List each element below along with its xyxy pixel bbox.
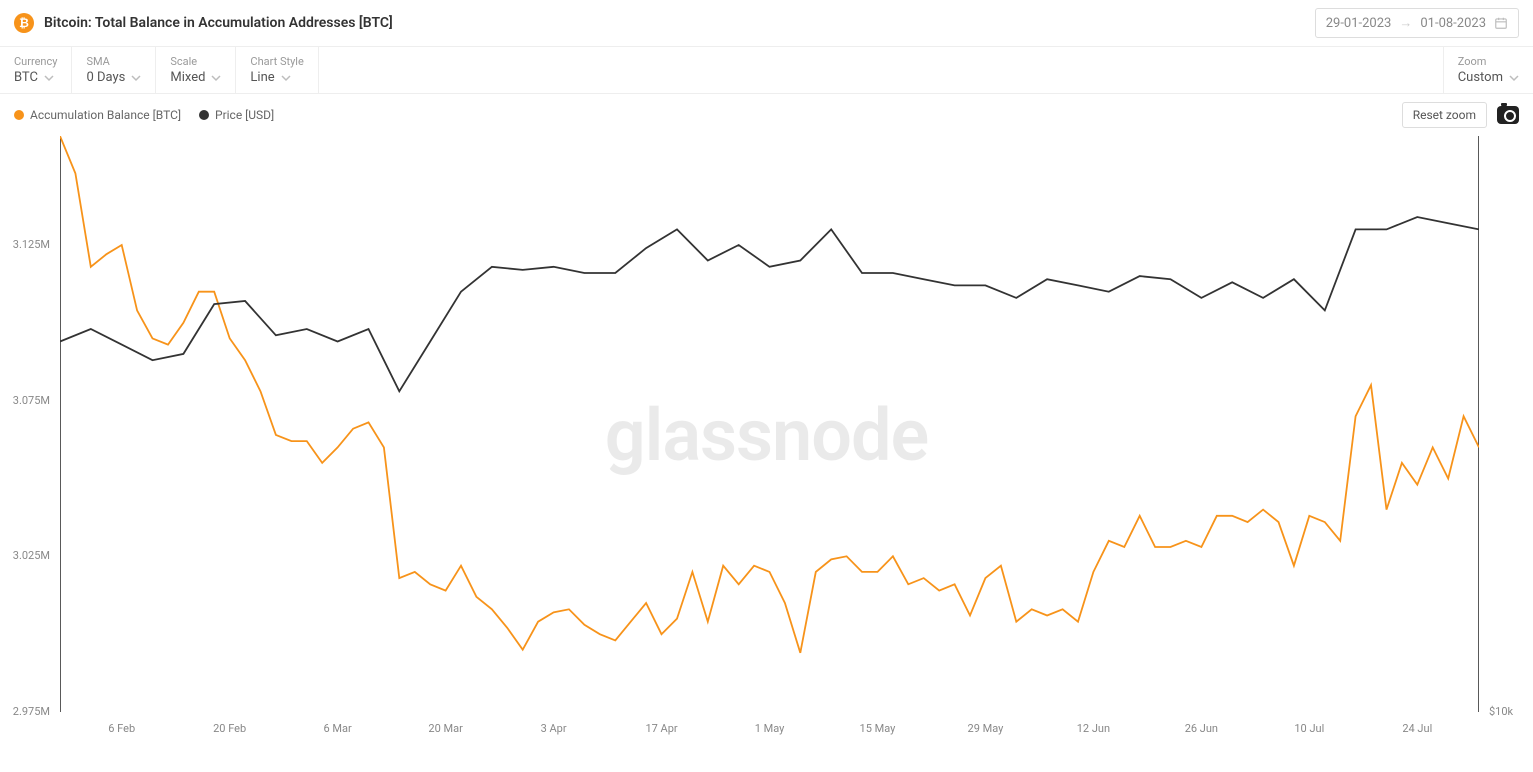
chart-title: Bitcoin: Total Balance in Accumulation A… [44,15,393,31]
y-axis-right-labels: $10k [1483,136,1533,712]
y-tick-label: 3.075M [13,394,50,407]
currency-selector[interactable]: Currency BTC [0,47,72,93]
toolbar-spacer [319,47,1444,93]
chart-style-label: Chart Style [250,55,303,68]
series-line [60,217,1479,391]
scale-selector[interactable]: Scale Mixed [156,47,236,93]
x-tick-label: 26 Jun [1185,722,1218,735]
camera-icon[interactable] [1497,106,1519,124]
x-tick-label: 24 Jul [1402,722,1432,735]
legend: Accumulation Balance [BTC] Price [USD] [14,108,274,122]
series-line [60,136,1479,653]
y-tick-label: 3.125M [13,238,50,251]
legend-swatch [14,110,24,120]
y-right-tick-label: $10k [1489,705,1513,718]
chevron-down-icon [44,73,54,83]
x-tick-label: 20 Feb [213,722,246,735]
y-tick-label: 3.025M [13,549,50,562]
x-tick-label: 1 May [755,722,785,735]
calendar-icon [1494,16,1508,30]
chart-area[interactable]: glassnode 2.975M3.025M3.075M3.125M $10k … [0,136,1533,752]
zoom-value: Custom [1458,70,1503,85]
legend-item-price[interactable]: Price [USD] [199,108,274,122]
x-tick-label: 6 Feb [108,722,135,735]
sma-label: SMA [86,55,141,68]
legend-row: Accumulation Balance [BTC] Price [USD] R… [0,94,1533,136]
date-from: 29-01-2023 [1326,16,1392,31]
legend-item-accumulation[interactable]: Accumulation Balance [BTC] [14,108,181,122]
x-tick-label: 15 May [860,722,896,735]
titlebar: ₿ Bitcoin: Total Balance in Accumulation… [0,0,1533,47]
title-left: ₿ Bitcoin: Total Balance in Accumulation… [14,13,393,33]
date-range-picker[interactable]: 29-01-2023 → 01-08-2023 [1315,8,1519,38]
legend-label: Accumulation Balance [BTC] [30,108,181,122]
zoom-label: Zoom [1458,55,1519,68]
chevron-down-icon [211,73,221,83]
y-axis-left-labels: 2.975M3.025M3.075M3.125M [0,136,56,712]
x-tick-label: 6 Mar [324,722,352,735]
reset-zoom-button[interactable]: Reset zoom [1402,102,1487,128]
date-to: 01-08-2023 [1420,16,1486,31]
bitcoin-icon: ₿ [14,13,34,33]
x-tick-label: 10 Jul [1294,722,1324,735]
x-tick-label: 20 Mar [428,722,462,735]
currency-label: Currency [14,55,57,68]
scale-value: Mixed [170,70,205,85]
chart-style-value: Line [250,70,274,85]
y-tick-label: 2.975M [13,705,50,718]
x-tick-label: 17 Apr [645,722,677,735]
legend-label: Price [USD] [215,108,274,122]
chart-svg [60,136,1479,712]
sma-value: 0 Days [86,70,125,85]
chart-style-selector[interactable]: Chart Style Line [236,47,318,93]
x-tick-label: 12 Jun [1077,722,1110,735]
sma-selector[interactable]: SMA 0 Days [72,47,156,93]
chevron-down-icon [281,73,291,83]
x-tick-label: 3 Apr [541,722,567,735]
chevron-down-icon [131,73,141,83]
chevron-down-icon [1509,73,1519,83]
x-axis-labels: 6 Feb 20 Feb 6 Mar 20 Mar 3 Apr 17 Apr 1 May 15… [60,722,1479,742]
toolbar: Currency BTC SMA 0 Days Scale Mixed Char… [0,47,1533,94]
currency-value: BTC [14,70,38,85]
x-tick-label: 29 May [968,722,1004,735]
scale-label: Scale [170,55,221,68]
arrow-right-icon: → [1399,15,1412,31]
zoom-selector[interactable]: Zoom Custom [1444,47,1533,93]
legend-swatch [199,110,209,120]
